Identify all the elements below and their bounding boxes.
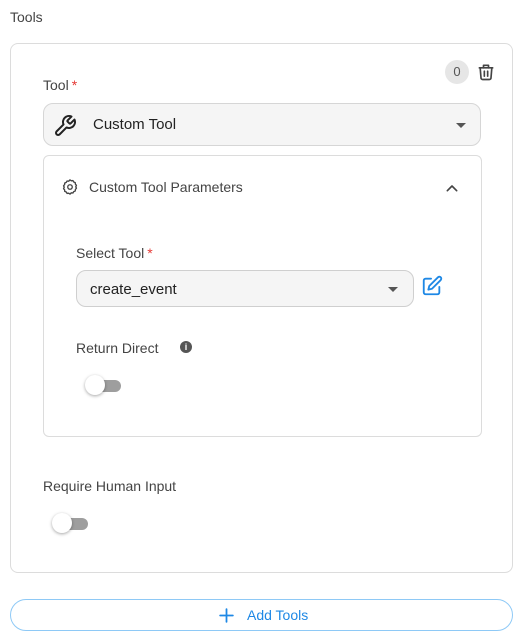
edit-icon[interactable] — [421, 275, 443, 297]
params-panel-title: Custom Tool Parameters — [89, 179, 243, 195]
select-tool-label-text: Select Tool — [76, 245, 145, 261]
wrench-icon — [55, 115, 76, 136]
tools-section: Tools 0 Tool * Custom Tool Custom Tool Pa… — [0, 0, 522, 641]
chevron-up-icon[interactable] — [444, 180, 460, 196]
return-direct-label: Return Direct — [76, 340, 159, 356]
plus-icon — [219, 608, 234, 623]
return-direct-toggle[interactable] — [85, 375, 123, 397]
toggle-thumb — [52, 513, 72, 533]
tool-select[interactable]: Custom Tool — [43, 103, 481, 146]
require-human-input-toggle[interactable] — [52, 513, 90, 535]
tool-index-badge: 0 — [445, 60, 469, 84]
caret-down-icon — [388, 287, 398, 292]
add-tools-label: Add Tools — [247, 607, 309, 623]
add-tools-button[interactable]: Add Tools — [10, 599, 513, 631]
required-marker: * — [71, 77, 78, 93]
select-tool-value: create_event — [90, 281, 177, 298]
trash-icon[interactable] — [476, 62, 496, 82]
tool-select-value: Custom Tool — [93, 116, 177, 133]
select-tool-field-label: Select Tool * — [76, 245, 153, 261]
info-icon[interactable]: i — [180, 341, 192, 353]
tool-field-label: Tool * — [43, 77, 77, 93]
toggle-thumb — [85, 375, 105, 395]
gear-icon — [62, 179, 78, 195]
required-marker: * — [147, 245, 153, 261]
caret-down-icon — [456, 123, 466, 128]
tool-label-text: Tool — [43, 77, 69, 93]
section-title: Tools — [10, 9, 43, 25]
params-panel-header[interactable]: Custom Tool Parameters — [44, 156, 481, 216]
select-tool-dropdown[interactable]: create_event — [76, 270, 414, 307]
require-human-input-label: Require Human Input — [43, 478, 177, 494]
